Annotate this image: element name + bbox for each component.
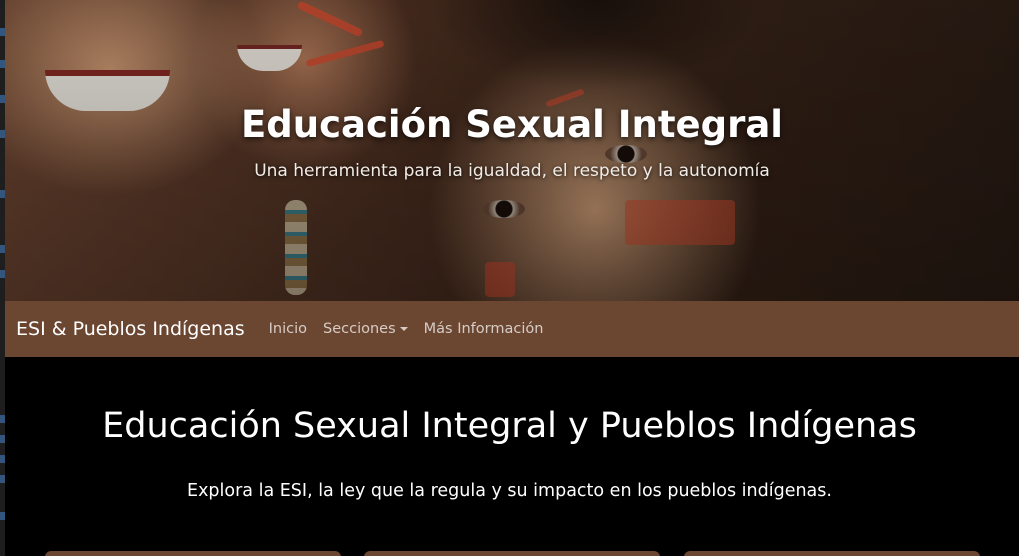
hero-overlay xyxy=(5,0,1019,301)
nav-dropdown-secciones[interactable]: Secciones xyxy=(315,321,416,337)
hero-banner: Educación Sexual Integral Una herramient… xyxy=(5,0,1019,301)
hero-subtitle: Una herramienta para la igualdad, el res… xyxy=(254,161,770,181)
page-lead: Explora la ESI, la ley que la regula y s… xyxy=(187,481,832,501)
navbar-links: Inicio Secciones Más Información xyxy=(261,321,552,337)
section-card[interactable] xyxy=(364,551,660,556)
navbar: ESI & Pueblos Indígenas Inicio Secciones… xyxy=(5,301,1019,357)
caret-down-icon xyxy=(399,327,408,331)
nav-dropdown-label: Secciones xyxy=(323,321,396,337)
nav-link-inicio[interactable]: Inicio xyxy=(261,321,315,337)
nav-link-mas-informacion[interactable]: Más Información xyxy=(416,321,552,337)
page: Educación Sexual Integral Una herramient… xyxy=(0,0,1019,556)
hero-title: Educación Sexual Integral xyxy=(240,103,783,146)
navbar-brand[interactable]: ESI & Pueblos Indígenas xyxy=(16,318,245,340)
page-title: Educación Sexual Integral y Pueblos Indí… xyxy=(102,406,917,446)
section-card[interactable] xyxy=(684,551,980,556)
section-card[interactable] xyxy=(45,551,341,556)
